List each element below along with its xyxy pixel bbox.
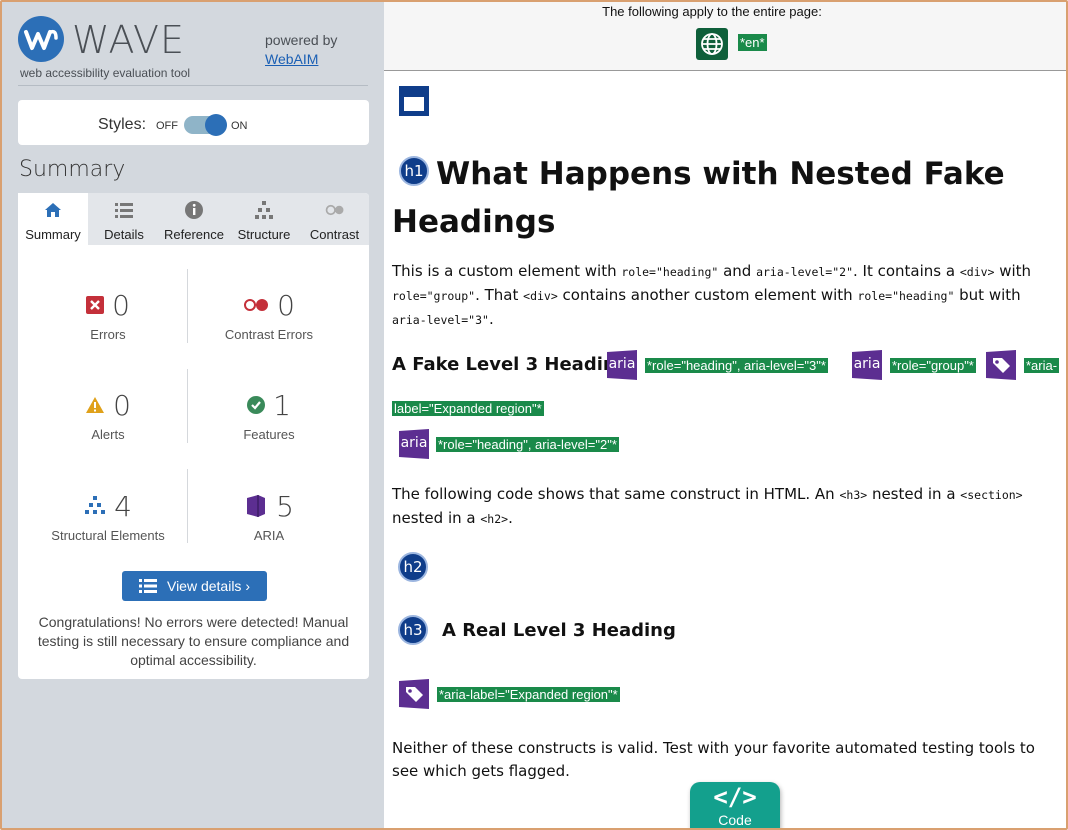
structure-icon [85, 496, 106, 514]
wave-logo-text: WAVE [72, 18, 186, 62]
page-level-text: The following apply to the entire page: [602, 4, 822, 19]
aria-icon[interactable]: aria [398, 428, 430, 460]
view-details-button[interactable]: View details › [122, 571, 267, 601]
paragraph-code-note: The following code shows that same const… [392, 485, 1023, 527]
aria-tag-label-part1: *aria- [1024, 358, 1060, 373]
aria-label-tag-icon[interactable] [985, 349, 1017, 381]
aria-tag-role-group: *role="group"* [890, 358, 976, 373]
alert-icon [86, 397, 105, 413]
code-toggle-button[interactable]: </> Code [690, 782, 780, 828]
page-heading: What Happens with Nested Fake Headings [392, 156, 1005, 240]
powered-by: powered by [265, 32, 338, 48]
aria-label-tag-icon[interactable] [398, 678, 430, 710]
h3-badge-icon[interactable]: h3 [398, 615, 428, 645]
stat-features[interactable]: 1 Features [189, 389, 349, 443]
stat-alerts[interactable]: 0 Alerts [28, 389, 188, 442]
paragraph-conclusion: Neither of these constructs is valid. Te… [392, 739, 1035, 780]
tab-reference[interactable]: Reference [160, 193, 228, 245]
wave-logo-icon [18, 16, 64, 62]
tab-contrast[interactable]: Contrast [300, 193, 369, 245]
contrast-error-icon [244, 299, 269, 311]
structure-icon [255, 201, 273, 219]
stat-errors[interactable]: 0 Errors [28, 289, 188, 342]
stat-aria[interactable]: 5 ARIA [189, 490, 349, 543]
tagline: web accessibility evaluation tool [20, 66, 191, 80]
wave-sidebar: WAVE web accessibility evaluation tool p… [2, 2, 384, 828]
brand-header: WAVE web accessibility evaluation tool p… [18, 16, 368, 86]
region-icon[interactable] [397, 84, 431, 118]
styles-toggle-box: Styles: OFF ON [18, 100, 369, 145]
aria-icon[interactable]: aria [606, 349, 638, 381]
aria-icon[interactable]: aria [851, 349, 883, 381]
tab-bar: Summary Details Reference Structure Cont… [18, 193, 369, 245]
language-globe-icon[interactable] [696, 28, 728, 60]
summary-heading: Summary [19, 157, 126, 182]
error-icon [86, 296, 105, 314]
home-icon [45, 203, 61, 217]
language-tag: *en* [738, 34, 767, 51]
fake-heading-level-3: A Fake Level 3 Heading [392, 354, 629, 375]
feature-check-icon [247, 396, 266, 414]
styles-label: Styles: [98, 116, 147, 133]
h2-badge-icon[interactable]: h2 [398, 552, 428, 582]
list-icon [138, 579, 157, 593]
stat-contrast-errors[interactable]: 0 Contrast Errors [189, 289, 349, 343]
aria-tag-role-heading-3: *role="heading", aria-level="3"* [645, 358, 828, 373]
page-content: h1 What Happens with Nested Fake Heading… [384, 72, 1066, 828]
view-details-label: View details › [166, 578, 250, 594]
tab-summary[interactable]: Summary [18, 193, 88, 245]
aria-tag-role-heading-2: *role="heading", aria-level="2"* [436, 437, 619, 452]
off-label: OFF [156, 120, 178, 132]
summary-panel: Summary Details Reference Structure Cont… [18, 193, 369, 679]
real-heading-level-3: A Real Level 3 Heading [442, 620, 676, 641]
info-icon [185, 201, 203, 219]
webaim-link[interactable]: WebAIM [265, 51, 318, 67]
congrats-message: Congratulations! No errors were detected… [37, 614, 350, 668]
styles-toggle[interactable] [184, 114, 227, 136]
list-icon [115, 203, 133, 218]
page-level-bar: The following apply to the entire page: … [384, 2, 1066, 71]
aria-icon [247, 495, 266, 517]
aria-tag-label-part2: label="Expanded region"* [392, 401, 544, 416]
toggle-knob [205, 114, 227, 136]
tab-details[interactable]: Details [90, 193, 158, 245]
stat-structural[interactable]: 4 Structural Elements [28, 490, 188, 544]
contrast-icon [325, 204, 343, 216]
tab-structure[interactable]: Structure [230, 193, 298, 245]
aria-tag-expanded-region: *aria-label="Expanded region"* [437, 687, 620, 702]
app-frame: WAVE web accessibility evaluation tool p… [0, 0, 1068, 830]
on-label: ON [231, 120, 248, 132]
code-icon: </> [713, 783, 757, 811]
paragraph-intro: This is a custom element with role="head… [392, 262, 1032, 328]
code-label: Code [718, 812, 752, 828]
